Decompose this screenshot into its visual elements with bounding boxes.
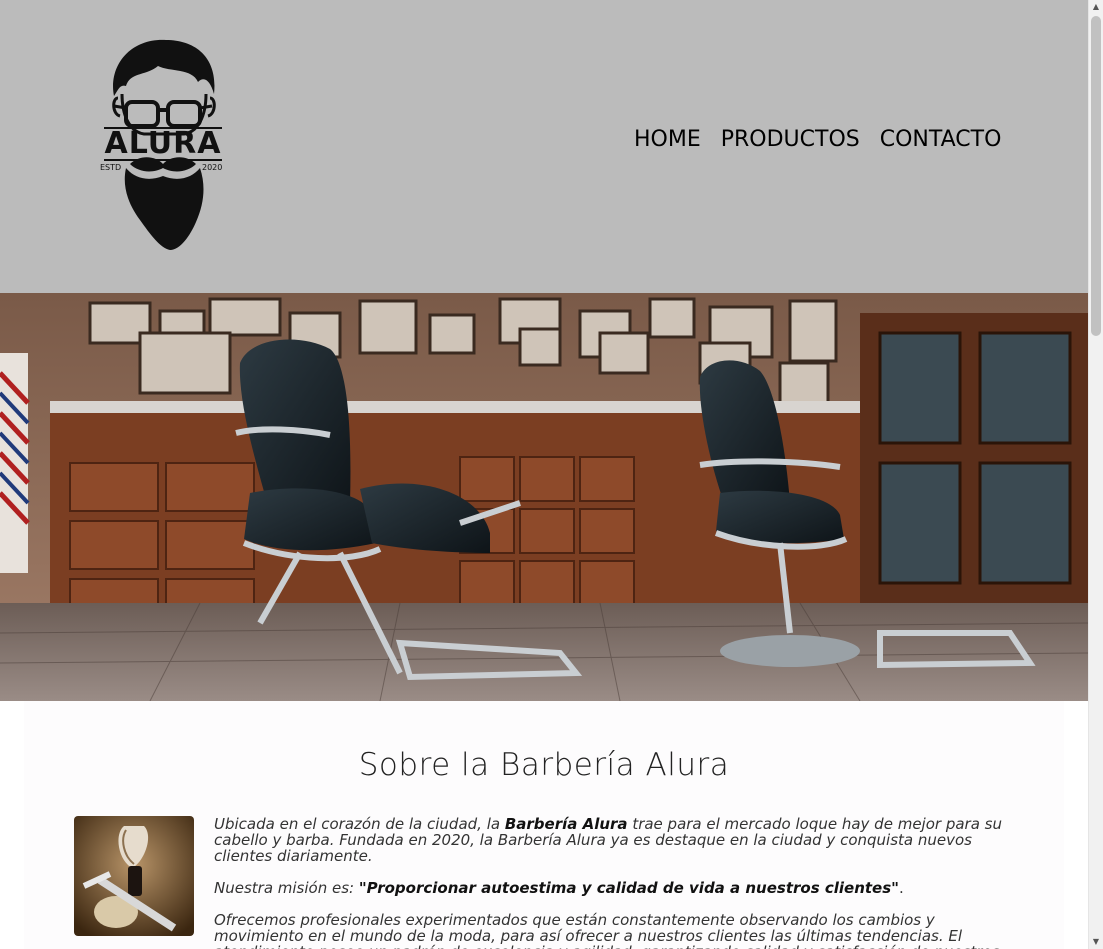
site-header: ALURA ESTD 2020 HOME PRODUCTOS CONTACTO — [0, 0, 1088, 293]
logo-year-text: 2020 — [202, 163, 223, 172]
about-title: Sobre la Barbería Alura — [358, 747, 730, 783]
logo-brand-text: ALURA — [104, 126, 222, 161]
nav-productos-link[interactable]: PRODUCTOS — [721, 126, 860, 154]
barbershop-banner-image — [0, 293, 1088, 701]
barbershop-interior-image — [0, 293, 1088, 701]
shaving-brush-razor-icon — [74, 816, 194, 936]
page: ALURA ESTD 2020 HOME PRODUCTOS CONTACTO — [0, 0, 1088, 949]
alura-logo[interactable]: ALURA ESTD 2020 — [100, 36, 226, 254]
scroll-up-arrow-icon[interactable]: ▲ — [1089, 0, 1103, 14]
p2-mission-quote: "Proporcionar autoestima y calidad de vi… — [358, 879, 899, 897]
logo-estd-text: ESTD — [100, 163, 122, 172]
shaving-brush-image — [74, 816, 194, 936]
nav-home-link[interactable]: HOME — [634, 126, 701, 154]
p2-text-a: Nuestra misión es: — [214, 879, 359, 897]
nav-contacto-link[interactable]: CONTACTO — [880, 126, 1002, 154]
about-paragraph-2: Nuestra misión es: "Proporcionar autoest… — [214, 880, 1024, 896]
about-text: Ubicada en el corazón de la ciudad, la B… — [214, 816, 1024, 949]
main-nav: HOME PRODUCTOS CONTACTO — [634, 126, 1001, 154]
scroll-down-arrow-icon[interactable]: ▼ — [1089, 935, 1103, 949]
about-paragraph-3: Ofrecemos profesionales experimentados q… — [214, 911, 999, 949]
p2-text-c: . — [898, 879, 904, 897]
scrollbar-thumb[interactable] — [1091, 16, 1101, 336]
vertical-scrollbar[interactable]: ▲ ▼ — [1088, 0, 1103, 949]
about-paragraph-1: Ubicada en el corazón de la ciudad, la B… — [214, 816, 1024, 864]
